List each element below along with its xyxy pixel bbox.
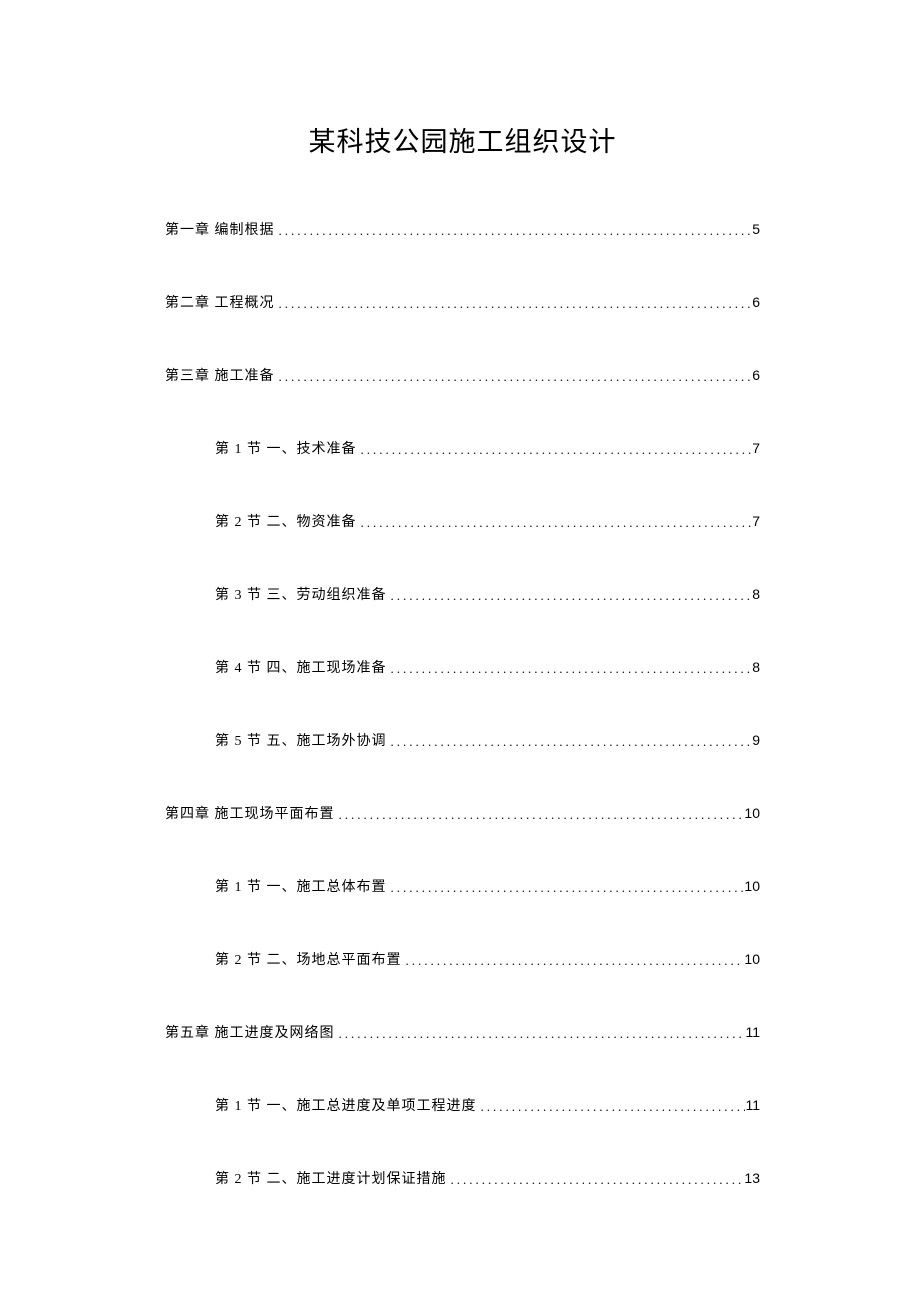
toc-leader-dots: [447, 1172, 745, 1189]
toc-entry: 第 1 节 一、施工总进度及单项工程进度 11: [165, 1095, 760, 1115]
toc-entry: 第一章 编制根据 5: [165, 219, 760, 239]
toc-entry: 第 2 节 二、场地总平面布置 10: [165, 949, 760, 969]
toc-leader-dots: [402, 953, 745, 970]
toc-leader-dots: [357, 442, 753, 459]
toc-page-number: 7: [752, 440, 760, 456]
toc-page-number: 10: [744, 951, 760, 967]
toc-label: 第 2 节 二、施工进度计划保证措施: [215, 1168, 447, 1188]
toc-leader-dots: [357, 515, 753, 532]
toc-entry: 第 3 节 三、劳动组织准备 8: [165, 584, 760, 604]
toc-label: 第三章 施工准备: [165, 365, 275, 385]
toc-leader-dots: [387, 734, 753, 751]
toc-leader-dots: [275, 369, 753, 386]
toc-entry: 第 1 节 一、施工总体布置 10: [165, 876, 760, 896]
toc-page-number: 10: [744, 878, 760, 894]
toc-label: 第 4 节 四、施工现场准备: [215, 657, 387, 677]
toc-page-number: 9: [752, 732, 760, 748]
toc-page-number: 6: [752, 367, 760, 383]
toc-page-number: 7: [752, 513, 760, 529]
toc-page-number: 5: [752, 221, 760, 237]
document-title: 某科技公园施工组织设计: [165, 120, 760, 159]
toc-entry: 第二章 工程概况 6: [165, 292, 760, 312]
toc-page-number: 6: [752, 294, 760, 310]
toc-leader-dots: [477, 1099, 746, 1116]
toc-leader-dots: [335, 1026, 746, 1043]
toc-label: 第 2 节 二、场地总平面布置: [215, 949, 402, 969]
toc-entry: 第 2 节 二、物资准备 7: [165, 511, 760, 531]
toc-page-number: 11: [745, 1024, 760, 1040]
toc-leader-dots: [387, 588, 753, 605]
toc-entry: 第 5 节 五、施工场外协调 9: [165, 730, 760, 750]
toc-entry: 第四章 施工现场平面布置 10: [165, 803, 760, 823]
toc-page-number: 8: [752, 586, 760, 602]
toc-entry: 第五章 施工进度及网络图 11: [165, 1022, 760, 1042]
toc-entry: 第 4 节 四、施工现场准备 8: [165, 657, 760, 677]
toc-label: 第 2 节 二、物资准备: [215, 511, 357, 531]
toc-label: 第四章 施工现场平面布置: [165, 803, 335, 823]
toc-label: 第 1 节 一、施工总体布置: [215, 876, 387, 896]
toc-label: 第 3 节 三、劳动组织准备: [215, 584, 387, 604]
toc-label: 第一章 编制根据: [165, 219, 275, 239]
toc-leader-dots: [387, 880, 745, 897]
toc-entry: 第三章 施工准备 6: [165, 365, 760, 385]
toc-page-number: 13: [744, 1170, 760, 1186]
toc-leader-dots: [275, 296, 753, 313]
toc-label: 第二章 工程概况: [165, 292, 275, 312]
toc-page-number: 11: [745, 1097, 760, 1113]
toc-page-number: 8: [752, 659, 760, 675]
toc-entry: 第 1 节 一、技术准备 7: [165, 438, 760, 458]
toc-entry: 第 2 节 二、施工进度计划保证措施 13: [165, 1168, 760, 1188]
toc-leader-dots: [387, 661, 753, 678]
toc-label: 第 5 节 五、施工场外协调: [215, 730, 387, 750]
table-of-contents: 第一章 编制根据 5 第二章 工程概况 6 第三章 施工准备 6 第 1 节 一…: [165, 219, 760, 1188]
toc-label: 第 1 节 一、施工总进度及单项工程进度: [215, 1095, 477, 1115]
toc-label: 第五章 施工进度及网络图: [165, 1022, 335, 1042]
toc-page-number: 10: [744, 805, 760, 821]
toc-leader-dots: [275, 223, 753, 240]
toc-label: 第 1 节 一、技术准备: [215, 438, 357, 458]
toc-leader-dots: [335, 807, 745, 824]
